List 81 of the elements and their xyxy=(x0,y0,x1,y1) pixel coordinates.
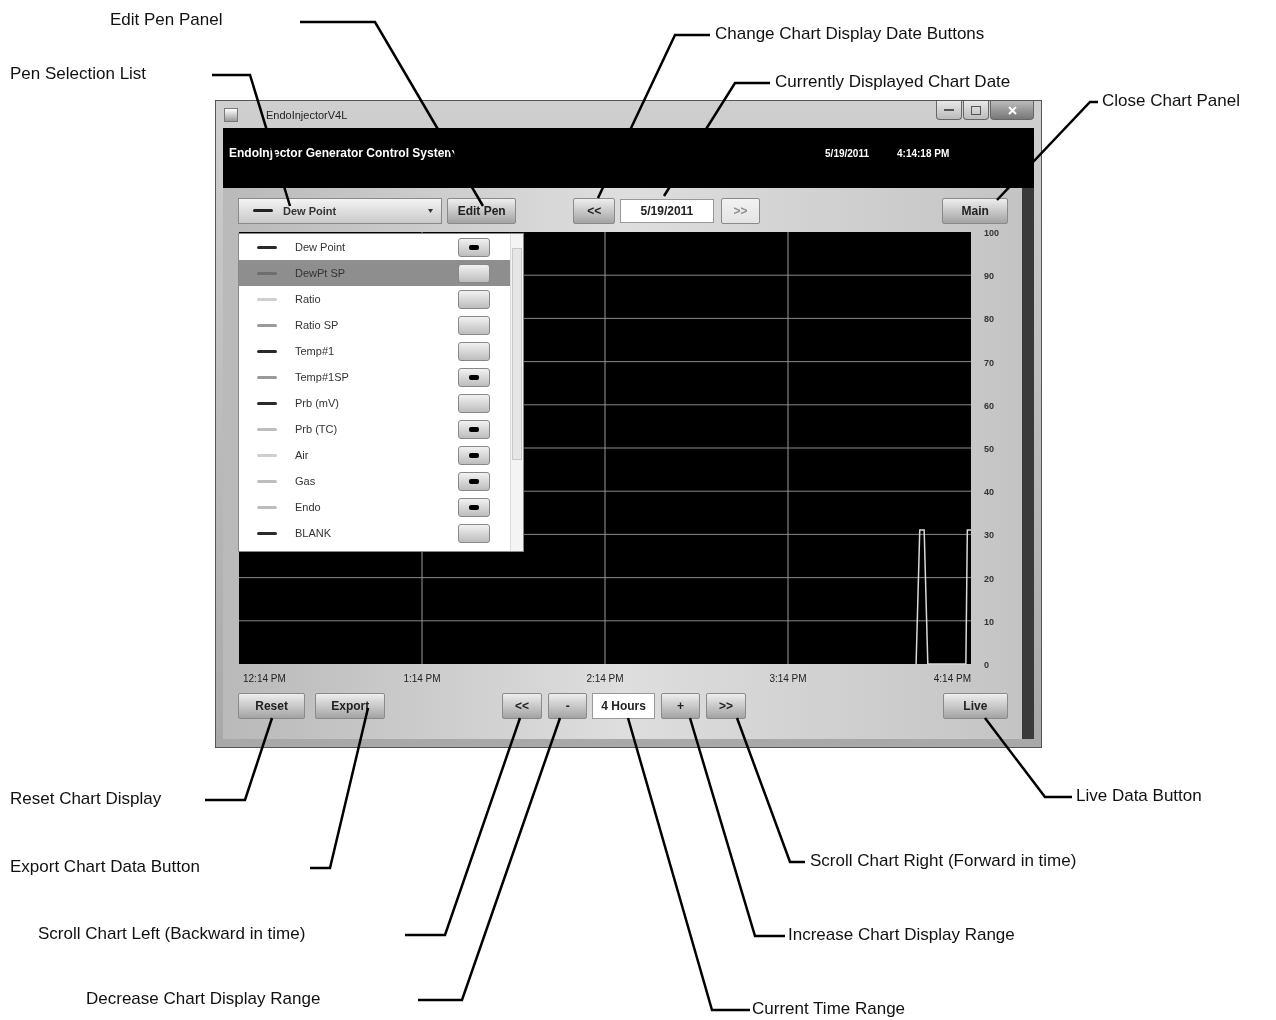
pen-name: Prb (mV) xyxy=(295,397,340,409)
callout-label: Currently Displayed Chart Date xyxy=(775,72,1011,92)
callout-label: Live Data Button xyxy=(1076,786,1202,806)
date-field[interactable]: 5/19/2011 xyxy=(620,198,714,223)
callout-label: Export Chart Data Button xyxy=(10,857,200,877)
y-tick-label: 80 xyxy=(984,314,994,325)
callout-label: Decrease Chart Display Range xyxy=(86,989,321,1009)
reset-button[interactable]: Reset xyxy=(238,692,306,719)
pen-toggle[interactable] xyxy=(458,419,490,439)
x-tick-label: 4:14 PM xyxy=(933,673,971,684)
app-icon xyxy=(224,107,238,122)
app-title: EndoInjector Generator Control System xyxy=(229,146,456,160)
maximize-icon xyxy=(971,105,981,115)
pen-name: Air xyxy=(295,449,310,461)
callout-label: Scroll Chart Right (Forward in time) xyxy=(810,851,1077,871)
header-date: 5/19/2011 xyxy=(825,147,869,159)
increase-range-button[interactable]: + xyxy=(660,692,701,719)
callout-label: Edit Pen Panel xyxy=(110,10,223,30)
pen-name: Temp#1 xyxy=(295,345,336,357)
x-tick-label: 1:14 PM xyxy=(403,673,441,684)
pen-name: Dew Point xyxy=(295,241,347,253)
pen-name: DewPt SP xyxy=(295,267,347,279)
line-icon xyxy=(253,209,273,212)
pen-toggle[interactable] xyxy=(458,263,490,283)
close-button[interactable] xyxy=(990,101,1034,120)
minimize-icon xyxy=(944,108,954,112)
pen-toggle[interactable] xyxy=(458,237,490,257)
y-tick-label: 20 xyxy=(984,573,994,584)
pen-name: Ratio SP xyxy=(295,319,340,331)
pen-toggle[interactable] xyxy=(458,393,490,413)
y-tick-label: 50 xyxy=(984,444,994,454)
scroll-right-button[interactable]: >> xyxy=(706,692,746,719)
y-tick-label: 0 xyxy=(984,660,989,670)
pen-name: Prb (TC) xyxy=(295,423,339,435)
pen-select[interactable]: Dew Point xyxy=(238,197,442,224)
edit-pen-button[interactable]: Edit Pen xyxy=(446,197,517,224)
y-tick-label: 70 xyxy=(984,357,994,368)
y-tick-label: 90 xyxy=(984,271,994,282)
pen-toggle[interactable] xyxy=(458,289,490,309)
pen-toggle[interactable] xyxy=(458,497,490,517)
pen-toggle[interactable] xyxy=(458,523,490,543)
window-title: EndoInjectorV4L xyxy=(266,108,348,121)
maximize-button[interactable] xyxy=(963,101,989,120)
pen-name: Ratio xyxy=(295,293,322,305)
pen-toggle[interactable] xyxy=(458,367,490,387)
y-tick-label: 100 xyxy=(984,228,1000,238)
callout-label: Pen Selection List xyxy=(10,64,147,84)
y-tick-label: 60 xyxy=(984,400,994,411)
header-time: 4:14:18 PM xyxy=(897,147,950,159)
y-tick-label: 10 xyxy=(984,616,994,627)
pen-toggle[interactable] xyxy=(458,315,490,335)
pen-toggle[interactable] xyxy=(458,445,490,465)
y-tick-label: 40 xyxy=(984,487,994,498)
minimize-button[interactable] xyxy=(936,101,962,120)
x-tick-label: 2:14 PM xyxy=(586,673,624,684)
time-range-field[interactable]: 4 Hours xyxy=(592,692,655,719)
pen-name: BLANK xyxy=(295,527,333,539)
export-button[interactable]: Export xyxy=(315,692,386,719)
x-tick-label: 3:14 PM xyxy=(769,673,807,684)
pen-name: Temp#1SP xyxy=(295,371,350,383)
callout-label: Increase Chart Display Range xyxy=(788,925,1015,945)
close-icon xyxy=(1007,105,1017,115)
pen-toggle[interactable] xyxy=(458,341,490,361)
pen-name: Endo xyxy=(295,501,322,513)
decrease-range-button[interactable]: - xyxy=(547,692,588,719)
scrollbar[interactable] xyxy=(510,234,523,551)
dropdown-icon xyxy=(427,208,433,213)
pen-toggle[interactable] xyxy=(458,471,490,491)
callout-label: Close Chart Panel xyxy=(1102,91,1240,111)
y-tick-label: 30 xyxy=(984,530,994,541)
x-tick-label: 12:14 PM xyxy=(243,673,286,684)
main-button[interactable]: Main xyxy=(942,197,1008,224)
callout-label: Reset Chart Display xyxy=(10,789,162,809)
scroll-left-button[interactable]: << xyxy=(502,692,542,719)
pen-list-item[interactable]: DewPt SP xyxy=(239,260,510,286)
previous-date-button[interactable]: << xyxy=(573,197,616,224)
pen-name: Gas xyxy=(295,475,317,487)
callout-label: Current Time Range xyxy=(752,999,906,1019)
callout-label: Change Chart Display Date Buttons xyxy=(715,24,985,44)
callout-label: Scroll Chart Left (Backward in time) xyxy=(38,924,306,944)
live-button[interactable]: Live xyxy=(942,692,1008,719)
